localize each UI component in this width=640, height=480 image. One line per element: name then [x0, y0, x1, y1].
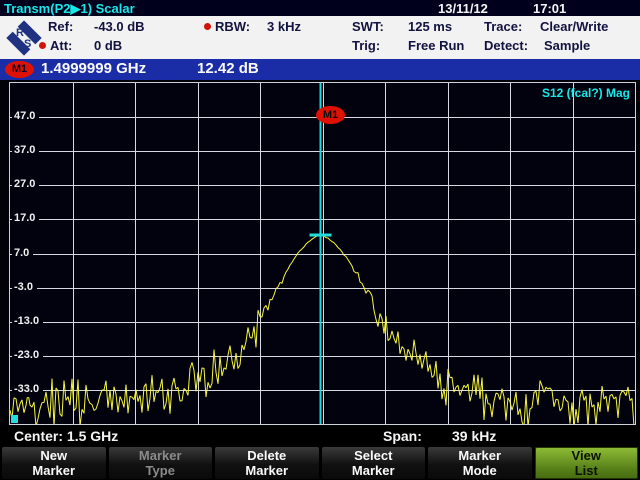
rs-logo: R S [4, 18, 44, 58]
trigger-label: Trig: [352, 38, 381, 53]
time-display: 17:01 [533, 1, 567, 16]
span-value[interactable]: 39 kHz [452, 428, 496, 444]
ref-value: -43.0 dB [94, 19, 145, 34]
detector-field[interactable]: Detect: Sample [484, 38, 590, 53]
softkey-marker-type: Marker Type [108, 447, 212, 479]
swt-label: SWT: [352, 19, 384, 34]
detector-label: Detect: [484, 38, 529, 53]
att-field[interactable]: Att: 0 dB [39, 38, 122, 53]
y-axis-tick-label: -23.0 [12, 347, 44, 363]
coupled-indicator-icon [204, 23, 211, 30]
svg-text:R: R [16, 27, 24, 39]
y-axis-tick-label: 47.0 [12, 109, 40, 125]
rbw-label: RBW: [215, 19, 251, 34]
trace-format-label: S12 (fcal?) Mag [541, 86, 630, 100]
softkey-new-marker[interactable]: New Marker [2, 447, 106, 479]
marker-m1-flag[interactable]: M1 [316, 106, 345, 124]
trace-plot[interactable]: S12 (fcal?) Mag M1 47.0 37.0 27.0 17.0 7.0 -3… [9, 82, 636, 425]
softkey-delete-marker[interactable]: Delete Marker [215, 447, 319, 479]
svg-text:S: S [24, 38, 31, 50]
trace-mode-label: Trace: [484, 19, 523, 34]
softkey-bar: New Marker Marker Type Delete Marker Select… [0, 447, 640, 480]
measurement-title: Transm(P2▶1) Scalar [4, 1, 135, 16]
center-value: 1.5 GHz [66, 428, 119, 444]
marker-level-tick [309, 233, 332, 237]
rbw-field[interactable]: RBW: 3 kHz [204, 19, 301, 34]
y-axis-tick-label: -33.0 [12, 381, 44, 397]
y-axis-tick-label: -3.0 [12, 279, 37, 295]
marker-frequency: 1.4999999 GHz [41, 60, 147, 77]
trace-plot-canvas [10, 83, 635, 424]
settings-panel: R S Ref: -43.0 dB RBW: 3 kHz SWT: 125 ms… [0, 16, 640, 59]
softkey-view-list[interactable]: View List [534, 447, 638, 479]
y-axis-tick-label: 17.0 [12, 211, 40, 227]
ref-level-field[interactable]: Ref: -43.0 dB [48, 19, 145, 34]
frequency-status-bar: Center: 1.5 GHz Span: 39 kHz [0, 425, 640, 447]
grid-lines [10, 83, 635, 424]
marker-level: 12.42 dB [197, 60, 259, 77]
trace-mode-value: Clear/Write [540, 19, 609, 34]
rs-logo-icon: R S [4, 18, 44, 58]
detector-value: Sample [544, 38, 591, 53]
trigger-field[interactable]: Trig: Free Run [352, 38, 464, 53]
softkey-select-marker[interactable]: Select Marker [321, 447, 425, 479]
softkey-marker-mode[interactable]: Marker Mode [428, 447, 532, 479]
title-bar: Transm(P2▶1) Scalar 13/11/12 17:01 [0, 0, 640, 16]
marker-badge[interactable]: M1 [5, 61, 34, 78]
spectrum-trace [10, 234, 635, 424]
y-axis-tick-label: 27.0 [12, 177, 40, 193]
date-display: 13/11/12 [438, 1, 488, 16]
span-label: Span: [383, 428, 422, 444]
analyzer-screen: Transm(P2▶1) Scalar 13/11/12 17:01 R S R… [0, 0, 640, 480]
ref-label: Ref: [48, 19, 74, 34]
att-value: 0 dB [94, 38, 123, 53]
center-frequency[interactable]: Center: 1.5 GHz [14, 428, 118, 444]
trace-start-indicator [11, 415, 18, 423]
y-axis-tick-label: 37.0 [12, 143, 40, 159]
trace-mode-field[interactable]: Trace: Clear/Write [484, 19, 608, 34]
swt-field[interactable]: SWT: 125 ms [352, 19, 452, 34]
coupled-indicator-icon [39, 42, 46, 49]
trigger-value: Free Run [408, 38, 465, 53]
swt-value: 125 ms [408, 19, 453, 34]
y-axis-tick-label: 7.0 [12, 245, 34, 261]
rbw-value: 3 kHz [267, 19, 301, 34]
marker-readout-bar: M1 1.4999999 GHz 12.42 dB [0, 59, 640, 80]
center-label: Center: [14, 428, 64, 444]
att-label: Att: [50, 38, 73, 53]
y-axis-tick-label: -13.0 [12, 313, 44, 329]
